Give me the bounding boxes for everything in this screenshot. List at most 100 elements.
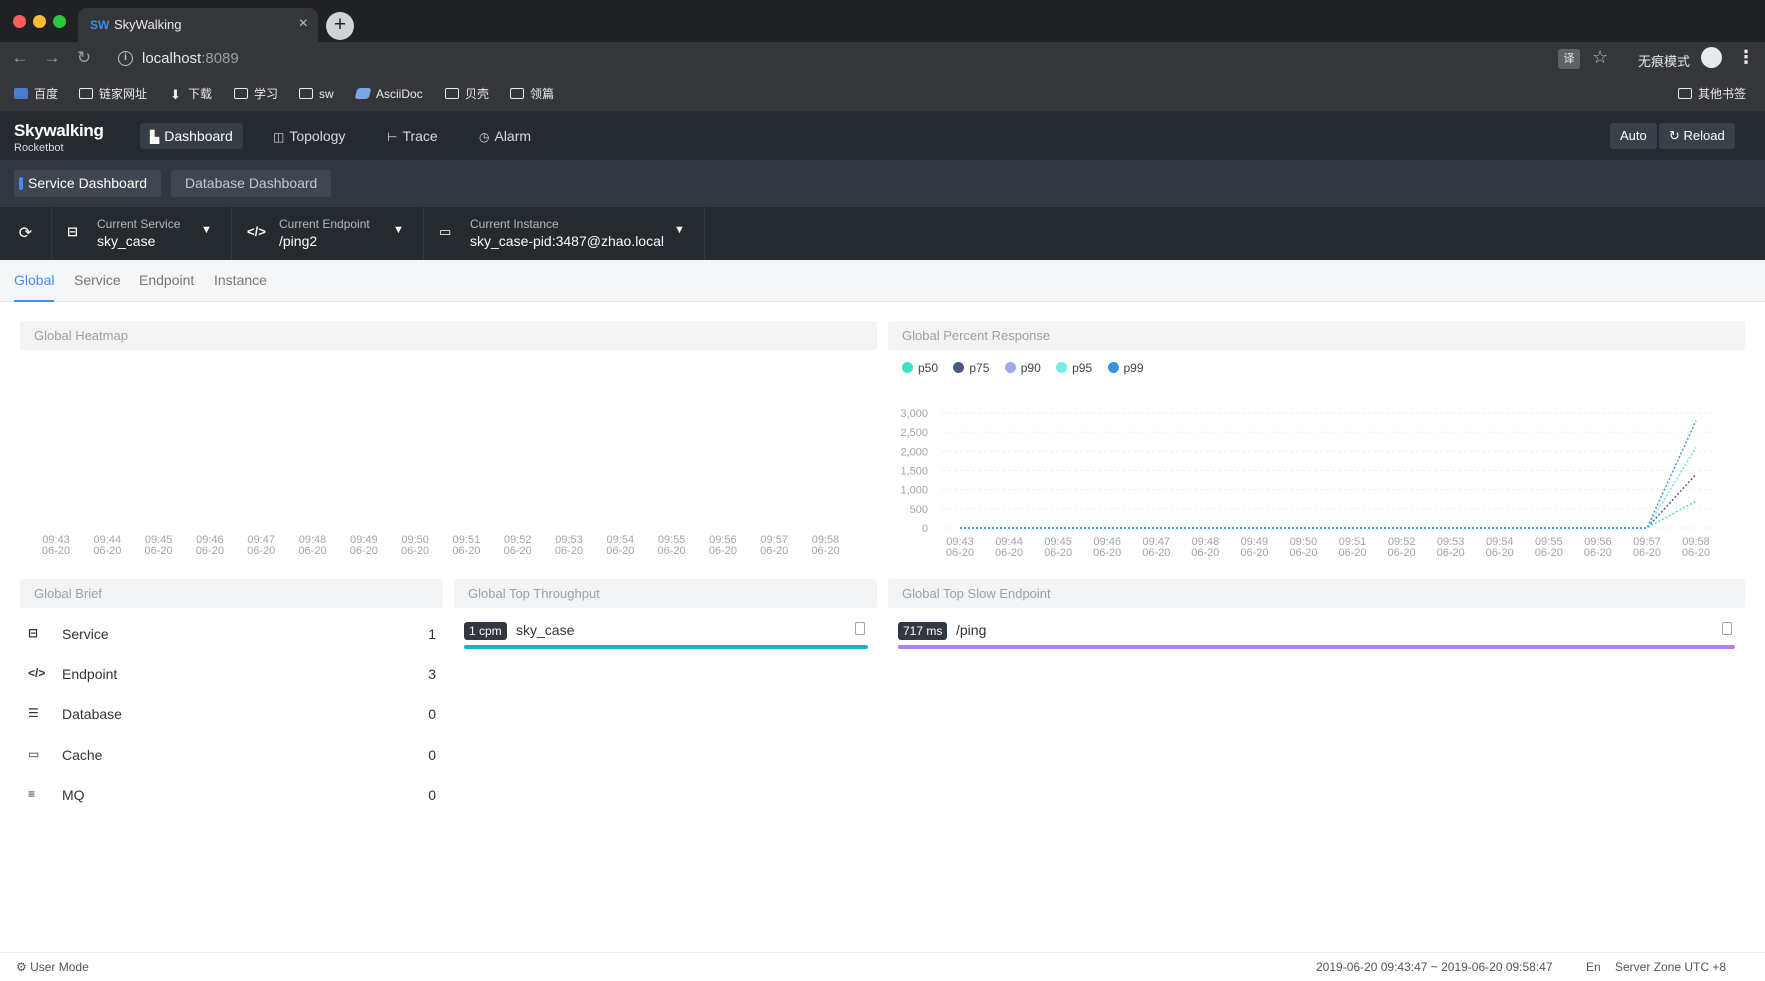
tab-global[interactable]: Global [14,272,55,302]
download-icon: ⬇ [170,87,181,102]
nav-trace[interactable]: ⊢ Trace [377,123,448,149]
tick-date: 06-20 [452,545,481,557]
folder-icon [510,88,524,99]
service-icon: ⊟ [67,224,78,239]
x-tick-label: 09:44 [995,536,1023,548]
baidu-icon [14,88,28,99]
nav-alarm[interactable]: ◷ Alarm [469,123,541,149]
tab-close-icon[interactable]: × [299,15,308,33]
x-tick-date: 06-20 [1142,547,1170,559]
bookmark-other[interactable]: 其他书签 [1678,85,1746,103]
legend-item-p75[interactable]: p75 [953,361,989,375]
address-bar[interactable]: localhost:8089 [142,50,239,67]
service-selector[interactable]: ⊟ Current Service sky_case ▼ [53,207,232,260]
window-zoom-button[interactable] [53,15,66,28]
x-tick-label: 09:45 [1044,536,1072,548]
bookmark-folder-lianjia[interactable]: 链家网址 [79,85,147,103]
brief-value: 3 [428,666,436,682]
bookmark-baidu[interactable]: 百度 [14,85,58,103]
instance-icon: ▭ [439,224,452,239]
tick-date: 06-20 [760,545,789,557]
legend-item-p99[interactable]: p99 [1107,361,1144,375]
browser-tab-strip: SW SkyWalking × + [0,0,1765,42]
heatmap-x-tick: 09:47 06-20 [241,535,281,557]
legend-item-p90[interactable]: p90 [1004,361,1041,375]
forward-icon[interactable]: → [40,47,64,71]
window-minimize-button[interactable] [33,15,46,28]
x-tick-date: 06-20 [1535,547,1563,559]
bookmark-label: 下载 [188,87,213,101]
bookmark-folder-beike[interactable]: 贝壳 [445,85,489,103]
heatmap-x-tick: 09:44 06-20 [87,535,127,557]
reload-page-icon[interactable]: ↻ [72,47,96,71]
slow-endpoint-item-name[interactable]: /ping [956,622,986,638]
folder-icon [1678,88,1692,99]
folder-icon [79,88,93,99]
y-tick-label: 1,500 [900,466,928,478]
x-tick-label: 09:55 [1535,536,1563,548]
server-zone[interactable]: Server Zone UTC +8 [1615,960,1726,974]
slow-endpoint-bar [898,645,1735,649]
incognito-icon[interactable] [1701,47,1722,68]
tab-database-dashboard[interactable]: Database Dashboard [171,170,332,197]
x-tick-label: 09:43 [946,536,974,548]
bookmark-folder-lingpian[interactable]: 领篇 [510,85,554,103]
endpoint-selector[interactable]: </> Current Endpoint /ping2 ▼ [233,207,424,260]
back-icon[interactable]: ← [8,47,32,71]
brief-value: 0 [428,747,436,763]
tab-service-dashboard[interactable]: Service Dashboard [14,170,162,197]
bookmark-download[interactable]: ⬇ 下载 [170,85,212,103]
folder-icon [299,88,313,99]
translate-icon[interactable]: 译 [1558,49,1580,69]
brief-value: 0 [428,787,436,803]
x-tick-label: 09:56 [1584,536,1612,548]
chart-legend: p50 p75 p90 p95 p99 [902,361,1156,377]
instance-selector[interactable]: ▭ Current Instance sky_case-pid:3487@zha… [425,207,705,260]
logo[interactable]: Skywalking Rocketbot [14,121,104,154]
legend-dot [953,362,965,373]
bookmark-folder-study[interactable]: 学习 [234,85,278,103]
x-tick-date: 06-20 [1044,547,1072,559]
browser-menu-icon[interactable]: ⋮ [1737,47,1755,68]
x-tick-date: 06-20 [946,547,974,559]
nav-label: Topology [289,128,346,144]
tick-date: 06-20 [93,545,122,557]
bookmark-folder-sw[interactable]: sw [299,85,334,103]
copy-icon[interactable] [855,622,865,635]
legend-dot [1056,362,1068,373]
tab-endpoint[interactable]: Endpoint [139,272,194,302]
user-mode-toggle[interactable]: ⚙ User Mode [16,960,89,974]
nav-topology[interactable]: ◫ Topology [263,123,355,149]
time-range[interactable]: 2019-06-20 09:43:47 ~ 2019-06-20 09:58:4… [1316,960,1553,974]
copy-icon[interactable] [1722,622,1732,635]
browser-tab[interactable]: SW SkyWalking × [78,8,318,42]
legend-item-p95[interactable]: p95 [1056,361,1092,375]
app-header: Skywalking Rocketbot ▙ Dashboard ◫ Topolog… [0,112,1765,160]
window-close-button[interactable] [13,15,26,28]
throughput-item-name[interactable]: sky_case [516,622,574,638]
reload-button[interactable]: ↻ Reload [1659,123,1735,149]
tab-service[interactable]: Service [74,272,121,302]
site-info-icon[interactable]: i [118,51,133,66]
series-line-p50 [960,500,1697,529]
throughput-bar [464,645,868,649]
nav-dashboard[interactable]: ▙ Dashboard [140,123,243,149]
language-toggle[interactable]: En [1586,960,1601,974]
tab-instance[interactable]: Instance [214,272,267,302]
heatmap-x-tick: 09:54 06-20 [600,535,640,557]
skywalking-favicon-icon: SW [90,18,110,32]
brief-label: Database [62,706,122,722]
refresh-icon[interactable]: ⟳ [0,207,52,260]
x-tick-label: 09:48 [1192,536,1220,548]
trace-icon: ⊢ [387,130,398,144]
selector-value: /ping2 [279,233,318,249]
bookmark-asciidoc[interactable]: AsciiDoc [354,85,423,103]
chevron-down-icon: ▼ [393,224,404,236]
x-tick-label: 09:58 [1682,536,1710,548]
auto-button[interactable]: Auto [1610,123,1657,149]
legend-item-p50[interactable]: p50 [902,361,938,375]
new-tab-button[interactable]: + [326,12,354,40]
bookmark-star-icon[interactable]: ☆ [1592,47,1608,68]
tick-date: 06-20 [247,545,276,557]
selector-label: Current Endpoint [279,217,370,231]
